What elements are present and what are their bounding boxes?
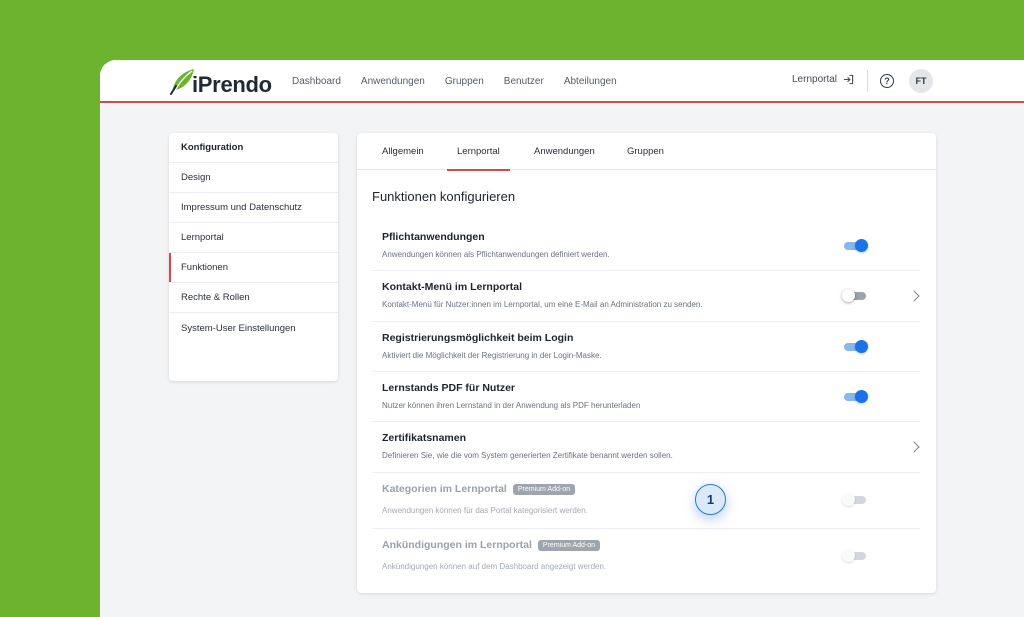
nav-anwendungen[interactable]: Anwendungen — [361, 76, 425, 87]
sidebar-item-system-user[interactable]: System-User Einstellungen — [169, 313, 338, 343]
logo-text: iPrendo — [192, 72, 272, 97]
sign-in-icon — [843, 74, 854, 85]
setting-description: Definieren Sie, wie die vom System gener… — [382, 451, 673, 460]
tab-bar: Allgemein Lernportal Anwendungen Gruppen — [357, 133, 936, 171]
logo[interactable]: iPrendo — [168, 66, 272, 100]
sidebar-item-rechte-rollen[interactable]: Rechte & Rollen — [169, 283, 338, 313]
toggle-registrierung[interactable] — [844, 340, 868, 353]
setting-title: Lernstands PDF für Nutzer — [382, 382, 516, 394]
sidebar-header: Konfiguration — [169, 133, 338, 163]
lernportal-link[interactable]: Lernportal — [792, 74, 854, 85]
setting-row-kontakt-menu: Kontakt-Menü im Lernportal Kontakt-Menü … — [372, 271, 920, 322]
setting-description: Aktiviert die Möglichkeit der Registrier… — [382, 351, 602, 360]
setting-row-ankuendigungen: Ankündigungen im Lernportal Premium Add-… — [372, 529, 920, 585]
tab-allgemein[interactable]: Allgemein — [382, 133, 424, 170]
premium-badge: Premium Add-on — [537, 539, 601, 551]
app-window: iPrendo Dashboard Anwendungen Gruppen Be… — [100, 60, 1024, 617]
sidebar-item-design[interactable]: Design — [169, 163, 338, 193]
avatar[interactable]: FT — [909, 69, 933, 93]
setting-title-text: Ankündigungen im Lernportal — [382, 539, 532, 551]
setting-title: Kontakt-Menü im Lernportal — [382, 281, 523, 293]
nav-divider — [867, 70, 868, 92]
setting-description: Kontakt-Menü für Nutzer:innen im Lernpor… — [382, 300, 703, 309]
sidebar-item-impressum[interactable]: Impressum und Datenschutz — [169, 193, 338, 223]
nav-gruppen[interactable]: Gruppen — [445, 76, 484, 87]
setting-description: Anwendungen können als Pflichtanwendunge… — [382, 250, 610, 259]
top-navigation-bar: iPrendo Dashboard Anwendungen Gruppen Be… — [100, 60, 1024, 103]
toggle-pflichtanwendungen[interactable] — [844, 239, 868, 252]
nav-abteilungen[interactable]: Abteilungen — [564, 76, 617, 87]
setting-title: Pflichtanwendungen — [382, 231, 485, 243]
tab-anwendungen[interactable]: Anwendungen — [534, 133, 595, 170]
lernportal-link-label: Lernportal — [792, 74, 838, 85]
setting-title: Ankündigungen im Lernportal Premium Add-… — [382, 539, 601, 551]
setting-description: Ankündigungen können auf dem Dashboard a… — [382, 562, 607, 571]
step-marker: 1 — [695, 484, 726, 515]
toggle-kontakt-menu[interactable] — [842, 289, 866, 302]
nav-dashboard[interactable]: Dashboard — [292, 76, 341, 87]
setting-row-zertifikatsnamen[interactable]: Zertifikatsnamen Definieren Sie, wie die… — [372, 422, 920, 473]
sidebar-item-funktionen[interactable]: Funktionen — [169, 253, 338, 283]
chevron-right-icon[interactable] — [908, 290, 920, 302]
setting-row-registrierung: Registrierungsmöglichkeit beim Login Akt… — [372, 322, 920, 372]
toggle-kategorien — [842, 493, 866, 506]
config-sidebar: Konfiguration Design Impressum und Daten… — [169, 133, 338, 381]
main-nav: Dashboard Anwendungen Gruppen Benutzer A… — [292, 60, 617, 103]
setting-row-pflichtanwendungen: Pflichtanwendungen Anwendungen können al… — [372, 221, 920, 271]
chevron-right-icon[interactable] — [908, 441, 920, 453]
help-circle-icon[interactable]: ? — [880, 74, 894, 88]
main-panel: Allgemein Lernportal Anwendungen Gruppen… — [357, 133, 936, 593]
toggle-lernstands-pdf[interactable] — [844, 390, 868, 403]
setting-row-lernstands-pdf: Lernstands PDF für Nutzer Nutzer können … — [372, 372, 920, 422]
setting-title: Kategorien im Lernportal Premium Add-on — [382, 483, 575, 495]
tab-gruppen[interactable]: Gruppen — [627, 133, 664, 170]
setting-title-text: Kategorien im Lernportal — [382, 483, 507, 495]
toggle-ankuendigungen — [842, 549, 866, 562]
nav-benutzer[interactable]: Benutzer — [504, 76, 544, 87]
tab-lernportal[interactable]: Lernportal — [447, 133, 510, 171]
setting-description: Anwendungen können für das Portal katego… — [382, 506, 588, 515]
setting-description: Nutzer können ihren Lernstand in der Anw… — [382, 401, 641, 410]
setting-title: Zertifikatsnamen — [382, 432, 467, 444]
leaf-logo-icon — [170, 69, 194, 95]
sidebar-item-lernportal[interactable]: Lernportal — [169, 223, 338, 253]
setting-row-kategorien: Kategorien im Lernportal Premium Add-on … — [372, 473, 920, 529]
premium-badge: Premium Add-on — [512, 483, 575, 495]
page-title: Funktionen konfigurieren — [372, 189, 516, 204]
setting-title: Registrierungsmöglichkeit beim Login — [382, 332, 574, 344]
